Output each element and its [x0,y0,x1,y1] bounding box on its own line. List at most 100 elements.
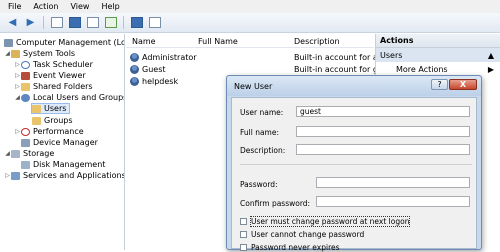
export-list-icon[interactable] [85,16,100,30]
checkbox-label: User cannot change password [251,229,365,239]
collapsed-arrow-icon[interactable]: ▷ [14,72,21,79]
tree-item-performance[interactable]: ▷ Performance [14,126,84,137]
description-cell: Built-in account for gu [294,65,383,74]
tree-item-services-applications[interactable]: ▷ Services and Applications [4,170,125,181]
tree-item-groups[interactable]: Groups [32,115,73,126]
user-icon [130,77,139,86]
actions-section-users[interactable]: Users ▲ [376,48,500,62]
tools-icon [11,49,20,58]
expanded-arrow-icon[interactable]: ◢ [4,150,11,157]
must-change-password-checkbox[interactable]: User must change password at next logon [240,215,411,227]
table-row[interactable]: helpdesk [130,76,178,87]
tree-item-label: Device Manager [33,138,98,147]
properties-icon[interactable] [147,16,162,30]
table-row[interactable]: Administrator [130,52,197,63]
tree-item-users[interactable]: Users [31,103,71,114]
menu-help[interactable]: Help [101,2,119,11]
tree-item-device-manager[interactable]: Device Manager [21,137,98,148]
expanded-arrow-icon[interactable]: ◢ [4,50,11,57]
clock-icon [21,60,30,69]
collapsed-arrow-icon[interactable]: ▷ [14,61,21,68]
description-field[interactable] [296,144,470,155]
tree-item-computer-management[interactable]: Computer Management (Local [4,37,125,48]
password-field[interactable] [316,177,470,188]
tree-item-label: Disk Management [33,160,106,169]
refresh-icon[interactable] [103,16,118,30]
close-button[interactable]: X [449,79,477,90]
folder-icon [32,116,41,125]
user-icon [130,53,139,62]
forward-arrow-icon[interactable]: ▶ [23,16,38,30]
password-never-expires-checkbox[interactable]: Password never expires [240,242,340,252]
full-name-field[interactable] [296,126,470,137]
user-name-cell: Administrator [142,53,197,62]
user-name-label: User name: [240,108,284,117]
column-header-name[interactable]: Name [132,37,156,46]
back-arrow-icon[interactable]: ◀ [5,16,20,30]
tree-item-label: Performance [33,127,84,136]
navigation-tree: Computer Management (Local ◢ System Tool… [0,34,125,250]
list-header: Name Full Name Description [126,34,374,48]
dialog-title: New User [234,81,273,91]
checkbox-label: User must change password at next logon [249,215,411,227]
services-icon [11,171,20,180]
checkbox-box[interactable] [240,243,247,251]
show-tree-icon[interactable] [67,16,82,30]
question-mark-icon: ? [437,80,442,89]
more-actions-item[interactable]: More Actions ▶ [376,62,500,76]
checkbox-box[interactable] [240,217,247,225]
tree-item-label: Event Viewer [33,71,86,80]
checkbox-box[interactable] [240,230,247,238]
tree-item-label: Storage [23,149,55,158]
menu-bar: File Action View Help [0,0,500,13]
tree-item-task-scheduler[interactable]: ▷ Task Scheduler [14,59,93,70]
toolbar: ◀ ▶ [0,13,500,33]
dialog-divider [240,164,472,165]
expanded-arrow-icon[interactable]: ◢ [14,94,21,101]
user-name-field[interactable]: guest [296,106,470,117]
toolbar-separator [43,16,44,29]
collapsed-arrow-icon[interactable]: ▷ [14,128,21,135]
tree-item-label: Computer Management (Local [16,38,125,47]
collapsed-arrow-icon[interactable]: ▷ [14,83,21,90]
tree-item-storage[interactable]: ◢ Storage [4,148,54,159]
confirm-password-field[interactable] [316,196,470,207]
column-header-full-name[interactable]: Full Name [198,37,238,46]
tree-item-label: Services and Applications [23,171,125,180]
collapsed-arrow-icon[interactable]: ▷ [4,172,11,179]
tree-item-local-users-groups[interactable]: ◢ Local Users and Groups [14,92,124,103]
menu-view[interactable]: View [70,2,89,11]
tree-item-label: Shared Folders [33,82,93,91]
submenu-arrow-icon: ▶ [487,64,494,74]
computer-icon [4,38,13,47]
tree-item-label: Users [44,104,67,113]
collapse-up-icon[interactable]: ▲ [488,51,494,60]
column-header-description[interactable]: Description [294,37,340,46]
full-name-label: Full name: [240,128,280,137]
password-label: Password: [240,180,278,189]
checkbox-label: Password never expires [251,242,340,252]
tree-item-event-viewer[interactable]: ▷ Event Viewer [14,70,86,81]
tree-item-label: Groups [44,116,73,125]
actions-section-label: Users [380,50,403,60]
dialog-body: User name: guest Full name: Description:… [231,97,477,252]
actions-header: Actions [376,34,500,48]
disk-icon [21,160,30,169]
shared-folder-icon [21,82,30,91]
user-name-cell: Guest [142,65,166,74]
tree-item-shared-folders[interactable]: ▷ Shared Folders [14,81,93,92]
cannot-change-password-checkbox[interactable]: User cannot change password [240,229,364,239]
tree-item-disk-management[interactable]: Disk Management [21,159,105,170]
help-book-icon[interactable] [129,16,144,30]
help-button[interactable]: ? [431,79,448,90]
table-row[interactable]: Guest [130,64,166,75]
up-folder-icon[interactable] [49,16,64,30]
menu-file[interactable]: File [8,2,21,11]
menu-action[interactable]: Action [33,2,58,11]
more-actions-label: More Actions [396,64,448,74]
description-label: Description: [240,146,286,155]
new-user-dialog: New User ? X User name: guest Full name:… [226,75,482,252]
folder-icon [32,104,41,113]
tree-item-system-tools[interactable]: ◢ System Tools [4,48,75,59]
tree-item-label: Task Scheduler [33,60,93,69]
